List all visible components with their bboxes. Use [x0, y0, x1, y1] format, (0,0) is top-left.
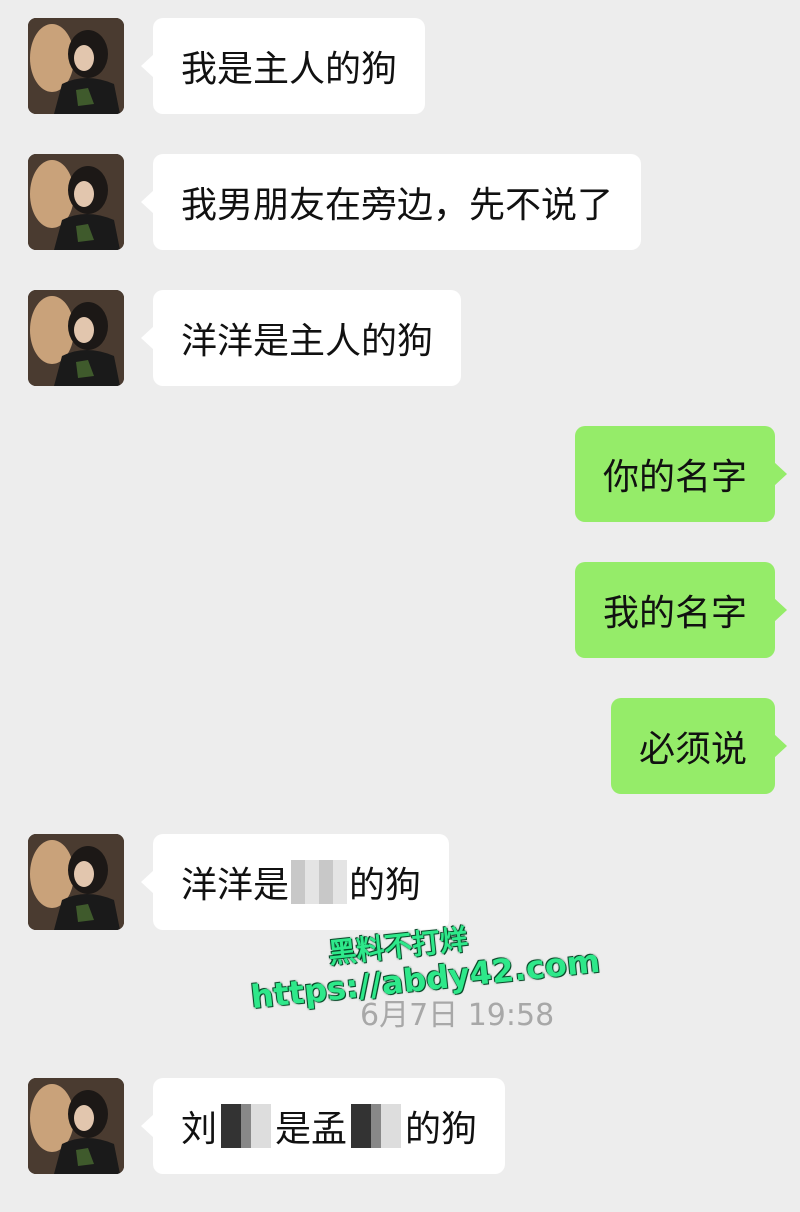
avatar[interactable] [28, 834, 124, 930]
outgoing-message-bubble[interactable]: 我的名字 [574, 562, 788, 658]
avatar[interactable] [28, 18, 124, 114]
avatar-photo-icon [28, 834, 124, 930]
incoming-message-bubble[interactable]: 洋洋是 的狗 [140, 834, 450, 930]
message-text: 的狗 [349, 865, 422, 906]
incoming-message-bubble[interactable]: 刘 是孟 的狗 [140, 1078, 506, 1174]
message-text: 你的名字 [602, 457, 747, 498]
incoming-message-bubble[interactable]: 洋洋是主人的狗 [140, 290, 462, 386]
censor-mosaic [221, 1104, 272, 1148]
message-text: 我是主人的狗 [181, 49, 398, 90]
avatar[interactable] [28, 1078, 124, 1174]
message-text: 是孟 [275, 1109, 348, 1150]
avatar-photo-icon [28, 1078, 124, 1174]
incoming-message-bubble[interactable]: 我是主人的狗 [140, 18, 426, 114]
message-text: 洋洋是主人的狗 [181, 321, 434, 362]
censor-mosaic [351, 1104, 402, 1148]
message-text: 我的名字 [602, 593, 747, 634]
censor-mosaic [291, 860, 348, 904]
message-text: 必须说 [638, 729, 747, 770]
avatar-photo-icon [28, 154, 124, 250]
avatar[interactable] [28, 290, 124, 386]
message-text: 我男朋友在旁边，先不说了 [181, 185, 614, 226]
message-text: 的狗 [405, 1109, 478, 1150]
avatar-photo-icon [28, 18, 124, 114]
avatar-photo-icon [28, 290, 124, 386]
avatar[interactable] [28, 154, 124, 250]
message-text: 刘 [181, 1109, 218, 1150]
outgoing-message-bubble[interactable]: 必须说 [610, 698, 788, 794]
message-text: 洋洋是 [181, 865, 290, 906]
incoming-message-bubble[interactable]: 我男朋友在旁边，先不说了 [140, 154, 642, 250]
outgoing-message-bubble[interactable]: 你的名字 [574, 426, 788, 522]
